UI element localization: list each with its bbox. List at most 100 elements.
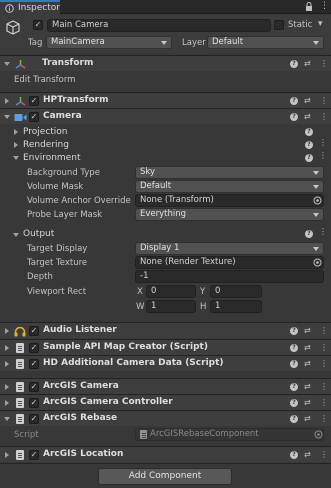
- arcgis-rebase-header[interactable]: ✓ ArcGIS Rebase ? ⇄ ⋮: [0, 410, 331, 426]
- rendering-section-label[interactable]: Rendering: [23, 140, 69, 150]
- output-section-label[interactable]: Output: [23, 229, 54, 239]
- transform-fold-icon[interactable]: [4, 62, 10, 66]
- lock-icon[interactable]: [305, 2, 313, 12]
- help-icon[interactable]: ?: [290, 97, 298, 105]
- object-picker-icon[interactable]: [313, 196, 322, 205]
- camera-header[interactable]: ✓ Camera ? ⇄ ⋮: [0, 108, 331, 124]
- static-checkbox[interactable]: [274, 20, 284, 30]
- component-menu-icon[interactable]: ⋮: [320, 59, 328, 68]
- component-menu-icon[interactable]: ⋮: [320, 326, 328, 335]
- component-menu-icon[interactable]: ⋮: [320, 382, 328, 391]
- hptransform-enabled-checkbox[interactable]: ✓: [29, 96, 39, 106]
- hptransform-header[interactable]: ✓ HPTransform ? ⇄ ⋮: [0, 92, 331, 108]
- hd-camera-data-enabled-checkbox[interactable]: ✓: [29, 359, 39, 369]
- edit-transform-label[interactable]: Edit Transform: [14, 75, 75, 85]
- volume-mask-dropdown[interactable]: Default: [135, 180, 324, 193]
- projection-help-icon[interactable]: ?: [305, 128, 313, 136]
- arcgis-location-enabled-checkbox[interactable]: ✓: [29, 450, 39, 460]
- tab-menu-icon[interactable]: ⋮: [320, 1, 329, 11]
- target-texture-field[interactable]: None (Render Texture): [135, 256, 324, 269]
- audio-listener-fold-icon[interactable]: [5, 328, 9, 334]
- arcgis-location-fold-icon[interactable]: [5, 452, 9, 458]
- sample-api-fold-icon[interactable]: [5, 345, 9, 351]
- component-menu-icon[interactable]: ⋮: [320, 414, 328, 423]
- probe-layer-mask-dropdown[interactable]: Everything: [135, 208, 324, 221]
- projection-fold-icon[interactable]: [14, 129, 18, 135]
- arcgis-camera-controller-fold-icon[interactable]: [5, 400, 9, 406]
- preset-icon[interactable]: ⇄: [304, 414, 311, 423]
- hd-camera-data-fold-icon[interactable]: [5, 361, 9, 367]
- arcgis-camera-enabled-checkbox[interactable]: ✓: [29, 382, 39, 392]
- sample-api-header[interactable]: ✓ Sample API Map Creator (Script) ? ⇄ ⋮: [0, 339, 331, 355]
- environment-fold-icon[interactable]: [13, 156, 19, 160]
- help-icon[interactable]: ?: [290, 344, 298, 352]
- help-icon[interactable]: ?: [290, 451, 298, 459]
- preset-icon[interactable]: ⇄: [304, 96, 311, 105]
- hd-camera-data-header-icons: ? ⇄ ⋮: [283, 356, 331, 372]
- transform-header[interactable]: Transform ? ⇄ ⋮: [0, 55, 331, 71]
- projection-section-label[interactable]: Projection: [23, 127, 68, 137]
- environment-menu-icon[interactable]: ⋮: [319, 151, 327, 160]
- gameobject-name-field[interactable]: Main Camera: [47, 19, 271, 32]
- component-menu-icon[interactable]: ⋮: [320, 343, 328, 352]
- help-icon[interactable]: ?: [290, 415, 298, 423]
- viewport-h-field[interactable]: 1: [210, 300, 262, 313]
- rendering-fold-icon[interactable]: [14, 142, 18, 148]
- static-dropdown-arrow-icon[interactable]: ▾: [318, 19, 323, 29]
- help-icon[interactable]: ?: [290, 360, 298, 368]
- preset-icon[interactable]: ⇄: [304, 59, 311, 68]
- component-menu-icon[interactable]: ⋮: [320, 96, 328, 105]
- camera-enabled-checkbox[interactable]: ✓: [29, 112, 39, 122]
- arcgis-camera-fold-icon[interactable]: [5, 384, 9, 390]
- camera-fold-icon[interactable]: [4, 115, 10, 119]
- preset-icon[interactable]: ⇄: [304, 398, 311, 407]
- preset-icon[interactable]: ⇄: [304, 326, 311, 335]
- preset-icon[interactable]: ⇄: [304, 112, 311, 121]
- layer-dropdown[interactable]: Default: [207, 36, 324, 49]
- output-fold-icon[interactable]: [13, 233, 19, 237]
- gameobject-active-checkbox[interactable]: ✓: [33, 20, 43, 30]
- help-icon[interactable]: ?: [290, 327, 298, 335]
- arcgis-camera-controller-enabled-checkbox[interactable]: ✓: [29, 398, 39, 408]
- component-menu-icon[interactable]: ⋮: [320, 398, 328, 407]
- rendering-help-icon[interactable]: ?: [305, 141, 313, 149]
- component-menu-icon[interactable]: ⋮: [320, 112, 328, 121]
- output-help-icon[interactable]: ?: [305, 230, 313, 238]
- preset-icon[interactable]: ⇄: [304, 450, 311, 459]
- hd-camera-data-header[interactable]: ✓ HD Additional Camera Data (Script) ? ⇄…: [0, 355, 331, 371]
- viewport-y-field[interactable]: 0: [210, 285, 262, 298]
- help-icon[interactable]: ?: [290, 383, 298, 391]
- help-icon[interactable]: ?: [290, 113, 298, 121]
- help-icon[interactable]: ?: [290, 60, 298, 68]
- component-menu-icon[interactable]: ⋮: [320, 359, 328, 368]
- arcgis-rebase-enabled-checkbox[interactable]: ✓: [29, 414, 39, 424]
- arcgis-camera-header[interactable]: ✓ ArcGIS Camera ? ⇄ ⋮: [0, 378, 331, 394]
- arcgis-location-header[interactable]: ✓ ArcGIS Location ? ⇄ ⋮: [0, 446, 331, 462]
- tag-dropdown[interactable]: MainCamera: [46, 36, 172, 49]
- audio-listener-header[interactable]: ✓ Audio Listener ? ⇄ ⋮: [0, 322, 331, 338]
- volume-anchor-field[interactable]: None (Transform): [135, 194, 324, 207]
- object-picker-icon[interactable]: [313, 258, 322, 267]
- inspector-tab[interactable]: Inspector: [0, 0, 60, 15]
- depth-field[interactable]: -1: [135, 270, 324, 283]
- add-component-button[interactable]: Add Component: [98, 468, 232, 485]
- preset-icon[interactable]: ⇄: [304, 359, 311, 368]
- audio-listener-enabled-checkbox[interactable]: ✓: [29, 326, 39, 336]
- arcgis-camera-controller-header[interactable]: ✓ ArcGIS Camera Controller ? ⇄ ⋮: [0, 394, 331, 410]
- sample-api-enabled-checkbox[interactable]: ✓: [29, 343, 39, 353]
- hptransform-fold-icon[interactable]: [5, 98, 9, 104]
- output-menu-icon[interactable]: ⋮: [319, 227, 327, 236]
- arcgis-rebase-fold-icon[interactable]: [4, 417, 10, 421]
- camera-icon: [14, 114, 27, 121]
- environment-help-icon[interactable]: ?: [305, 154, 313, 162]
- viewport-w-field[interactable]: 1: [146, 300, 196, 313]
- background-type-dropdown[interactable]: Sky: [135, 166, 324, 179]
- preset-icon[interactable]: ⇄: [304, 343, 311, 352]
- environment-section-label[interactable]: Environment: [23, 153, 80, 163]
- viewport-x-field[interactable]: 0: [146, 285, 196, 298]
- rendering-menu-icon[interactable]: ⋮: [319, 138, 327, 147]
- help-icon[interactable]: ?: [290, 399, 298, 407]
- preset-icon[interactable]: ⇄: [304, 382, 311, 391]
- target-display-dropdown[interactable]: Display 1: [135, 242, 324, 255]
- component-menu-icon[interactable]: ⋮: [320, 450, 328, 459]
